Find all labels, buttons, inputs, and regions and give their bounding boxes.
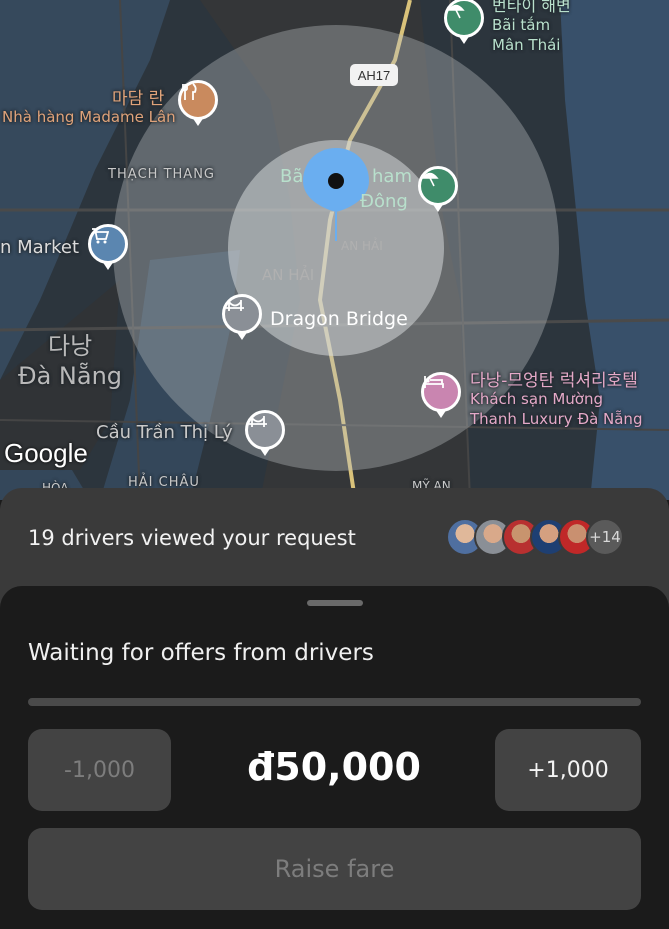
map-label-bai-tam-korean: 번타이 해변	[492, 0, 571, 15]
map-label-pham-partial: Bã	[280, 166, 304, 187]
map-label-an-hai: AN HẢI	[262, 266, 315, 284]
map-label-bai-tam: Bãi tắm	[492, 16, 551, 34]
decrease-fare-button[interactable]: -1,000	[28, 729, 171, 811]
map-label-hotel-korean: 다낭-므엉탄 럭셔리호텔	[470, 371, 638, 391]
fare-price: đ50,000	[247, 745, 421, 789]
map-label-cau-tran-thi-ly: Cầu Trần Thị Lý	[96, 422, 233, 443]
map-label-an-hai-small: AN HẢI	[341, 239, 383, 253]
map-label-thach-thang: THẠCH THANG	[108, 167, 216, 182]
shopping-cart-icon[interactable]	[88, 224, 128, 270]
map-label-pham-partial2: ham	[372, 166, 412, 187]
map-label-da-nang: Đà Nẵng	[18, 362, 123, 390]
waiting-status-text: Waiting for offers from drivers	[28, 640, 374, 666]
map-view[interactable]: AH17 마담 란 Nhà hàng Madame Lân THẠCH THAN…	[0, 0, 669, 500]
map-label-korean-madame-lan: 마담 란	[112, 89, 165, 109]
bridge-icon[interactable]	[245, 410, 285, 456]
increase-fare-button[interactable]: +1,000	[495, 729, 641, 811]
map-label-madame-lan: Nhà hàng Madame Lân	[2, 108, 176, 126]
map-label-dong: Đông	[360, 191, 408, 212]
map-label-hotel-line1: Khách sạn Mường	[470, 390, 603, 408]
drivers-viewed-text: 19 drivers viewed your request	[28, 526, 356, 550]
beach-umbrella-icon[interactable]	[418, 166, 458, 212]
restaurant-icon[interactable]	[178, 80, 218, 126]
map-label-dragon-bridge: Dragon Bridge	[270, 308, 408, 330]
map-label-market: n Market	[0, 237, 80, 258]
extra-drivers-badge: +14	[586, 518, 624, 556]
waiting-progress-bar	[28, 698, 641, 706]
google-logo: Google	[4, 438, 88, 468]
map-label-hotel-line2: Thanh Luxury Đà Nẵng	[470, 410, 643, 428]
road-badge: AH17	[350, 64, 398, 86]
map-label-man-thai: Mân Thái	[492, 36, 561, 54]
sheet-drag-handle[interactable]	[307, 600, 363, 606]
map-label-korean-danang: 다낭	[48, 332, 93, 360]
raise-fare-button[interactable]: Raise fare	[28, 828, 641, 910]
bridge-icon[interactable]	[222, 294, 262, 340]
hotel-bed-icon[interactable]	[421, 372, 461, 418]
